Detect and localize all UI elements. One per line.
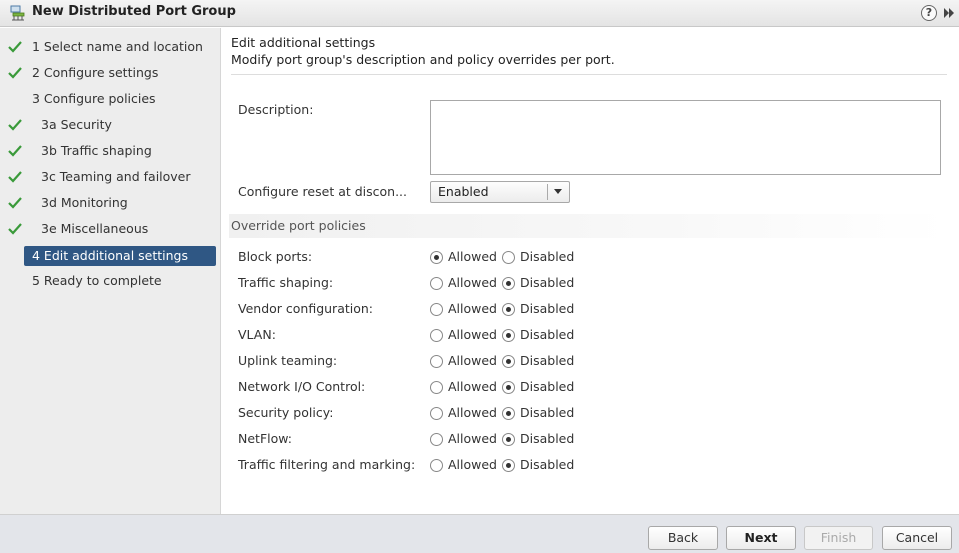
policy-vlan-disabled-label[interactable]: Disabled [520,327,574,342]
policy-vendor-configuration-disabled-radio[interactable] [502,303,515,316]
wizard-step-8[interactable]: 3e Miscellaneous [0,219,220,239]
wizard-step-label: 3e Miscellaneous [41,221,149,236]
policy-netflow-disabled-radio[interactable] [502,433,515,446]
policy-uplink-teaming-allowed-label[interactable]: Allowed [448,353,497,368]
checkmark-icon [8,67,22,79]
policy-netflow-allowed-label[interactable]: Allowed [448,431,497,446]
policy-traffic-filtering-and-marking-disabled-radio[interactable] [502,459,515,472]
wizard-step-label: 3a Security [41,117,112,132]
policy-security-policy-allowed-label[interactable]: Allowed [448,405,497,420]
reset-at-disconnect-label: Configure reset at discon... [238,184,408,199]
policy-vlan-allowed-radio[interactable] [430,329,443,342]
help-icon[interactable]: ? [921,5,937,21]
policy-block-ports-allowed-radio[interactable] [430,251,443,264]
policy-network-io-control-allowed-radio[interactable] [430,381,443,394]
policy-vlan-disabled-radio[interactable] [502,329,515,342]
policy-block-ports-allowed-label[interactable]: Allowed [448,249,497,264]
policy-label-traffic-shaping: Traffic shaping: [238,275,334,290]
window-title: New Distributed Port Group [32,4,236,19]
policy-block-ports-disabled-label[interactable]: Disabled [520,249,574,264]
description-label: Description: [238,102,314,117]
wizard-step-5[interactable]: 3b Traffic shaping [0,141,220,161]
policy-traffic-shaping-disabled-label[interactable]: Disabled [520,275,574,290]
policy-netflow-disabled-label[interactable]: Disabled [520,431,574,446]
wizard-step-2[interactable]: 2 Configure settings [0,63,220,83]
wizard-step-label: 3 Configure policies [32,91,156,106]
content-header: Edit additional settings Modify port gro… [231,34,615,68]
policy-vendor-configuration-disabled-label[interactable]: Disabled [520,301,574,316]
policy-network-io-control-disabled-radio[interactable] [502,381,515,394]
network-port-group-icon [10,5,25,21]
policy-label-traffic-filtering-and-marking: Traffic filtering and marking: [238,457,416,472]
policy-label-security-policy: Security policy: [238,405,334,420]
wizard-step-6[interactable]: 3c Teaming and failover [0,167,220,187]
select-separator [547,184,548,200]
wizard-step-label: 3d Monitoring [41,195,128,210]
reset-at-disconnect-select[interactable]: Enabled [430,181,570,203]
policy-label-network-io-control: Network I/O Control: [238,379,366,394]
policy-label-vendor-configuration: Vendor configuration: [238,301,374,316]
policy-security-policy-disabled-label[interactable]: Disabled [520,405,574,420]
wizard-step-label: 4 Edit additional settings [32,248,189,263]
policy-netflow-allowed-radio[interactable] [430,433,443,446]
policy-block-ports-disabled-radio[interactable] [502,251,515,264]
policy-security-policy-allowed-radio[interactable] [430,407,443,420]
wizard-steps-sidebar: 1 Select name and location 2 Configure se… [0,28,221,514]
policy-vlan-allowed-label[interactable]: Allowed [448,327,497,342]
checkmark-icon [8,119,22,131]
policy-traffic-shaping-allowed-label[interactable]: Allowed [448,275,497,290]
policy-traffic-filtering-and-marking-allowed-label[interactable]: Allowed [448,457,497,472]
cancel-button[interactable]: Cancel [882,526,952,550]
page-subtitle: Modify port group's description and poli… [231,52,615,67]
policy-traffic-filtering-and-marking-disabled-label[interactable]: Disabled [520,457,574,472]
dropdown-arrow-icon [554,189,562,194]
description-input[interactable] [430,100,941,175]
policy-label-uplink-teaming: Uplink teaming: [238,353,338,368]
header-divider [231,74,947,75]
page-title: Edit additional settings [231,35,376,50]
policy-label-netflow: NetFlow: [238,431,293,446]
checkmark-icon [8,171,22,183]
policy-network-io-control-disabled-label[interactable]: Disabled [520,379,574,394]
checkmark-icon [8,145,22,157]
policy-network-io-control-allowed-label[interactable]: Allowed [448,379,497,394]
policy-security-policy-disabled-radio[interactable] [502,407,515,420]
wizard-step-label: 2 Configure settings [32,65,159,80]
expand-icon[interactable] [942,6,956,20]
policy-traffic-shaping-disabled-radio[interactable] [502,277,515,290]
policy-uplink-teaming-disabled-label[interactable]: Disabled [520,353,574,368]
wizard-step-label: 1 Select name and location [32,39,203,54]
override-section-title: Override port policies [231,218,366,233]
policy-vendor-configuration-allowed-radio[interactable] [430,303,443,316]
wizard-step-label: 5 Ready to complete [32,273,162,288]
wizard-step-3[interactable]: 3 Configure policies [0,89,220,109]
policy-uplink-teaming-allowed-radio[interactable] [430,355,443,368]
wizard-step-10[interactable]: 5 Ready to complete [0,271,220,291]
checkmark-icon [8,41,22,53]
title-bar: New Distributed Port Group ? [0,0,959,27]
wizard-step-7[interactable]: 3d Monitoring [0,193,220,213]
back-button[interactable]: Back [648,526,718,550]
wizard-step-4[interactable]: 3a Security [0,115,220,135]
policy-label-block-ports: Block ports: [238,249,313,264]
checkmark-icon [8,197,22,209]
wizard-step-label: 3c Teaming and failover [41,169,191,184]
wizard-step-9[interactable]: 4 Edit additional settings [24,246,216,266]
wizard-step-1[interactable]: 1 Select name and location [0,37,220,57]
policy-vendor-configuration-allowed-label[interactable]: Allowed [448,301,497,316]
finish-button: Finish [804,526,873,550]
checkmark-icon [8,223,22,235]
policy-uplink-teaming-disabled-radio[interactable] [502,355,515,368]
reset-at-disconnect-value: Enabled [438,184,489,199]
wizard-step-label: 3b Traffic shaping [41,143,152,158]
policy-label-vlan: VLAN: [238,327,276,342]
policy-traffic-shaping-allowed-radio[interactable] [430,277,443,290]
next-button[interactable]: Next [726,526,796,550]
policy-traffic-filtering-and-marking-allowed-radio[interactable] [430,459,443,472]
